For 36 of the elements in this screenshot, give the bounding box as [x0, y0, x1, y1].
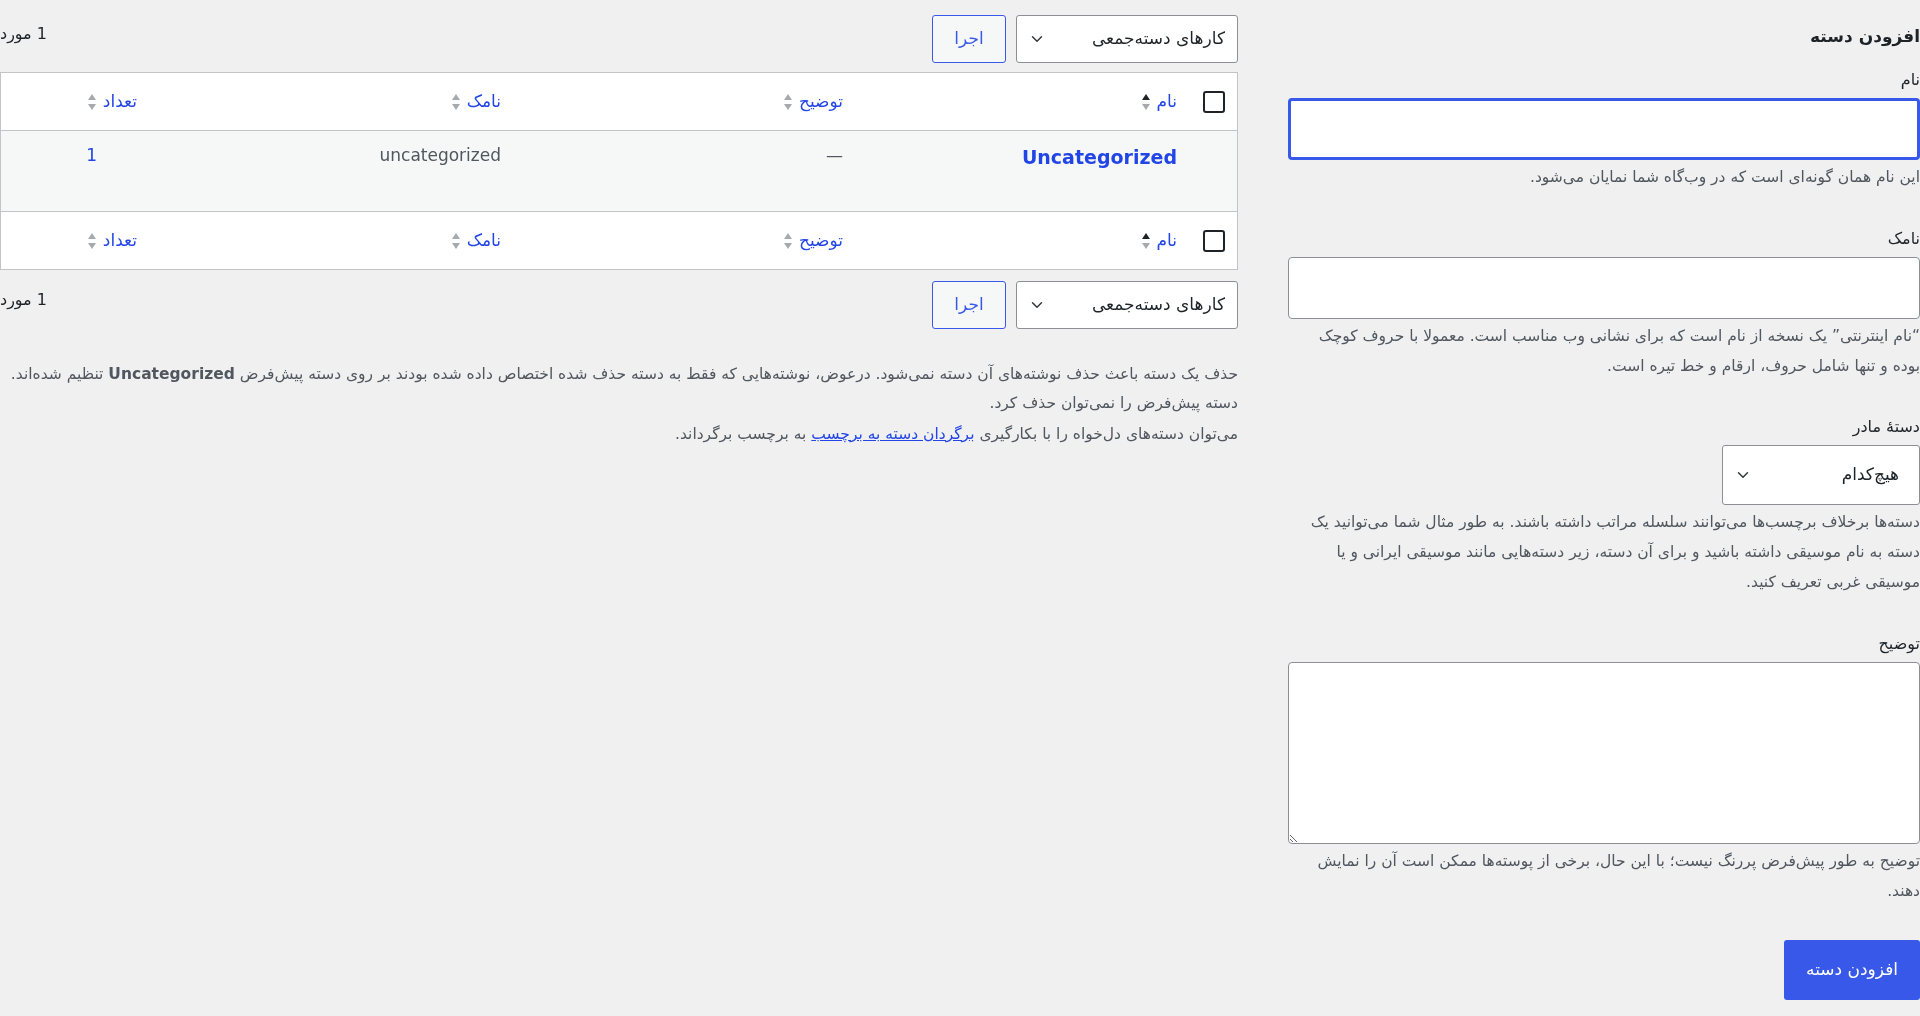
bulk-actions-select[interactable]: کارهای دسته‌جمعی [1016, 281, 1238, 329]
column-header-link[interactable]: تعداد [86, 88, 137, 115]
field-label: توضیح [1878, 632, 1920, 656]
add-category-button[interactable]: افزودن دسته [1784, 940, 1920, 1001]
apply-button[interactable]: اجرا [932, 15, 1006, 63]
field-label: نام [1900, 69, 1920, 92]
item-count: 1 مورد [0, 289, 47, 312]
help-text: دسته‌ها برخلاف برچسب‌ها می‌توانند سلسله مراتب داشته باشند. به طور مثال شما می‌توانید یک دسته به نام موسیقی داشته باشید و برای آن دسته، زیر دسته‌هایی مانند موسیقی ایرانی و یا موسیقی غربی تعریف کنید. [1309, 512, 1920, 594]
field-label: نامک [1887, 227, 1920, 250]
column-header-link[interactable]: نام [1140, 227, 1177, 254]
select-all-checkbox[interactable] [1203, 90, 1225, 113]
info-paragraph: می‌توان دسته‌های دل‌خواه را با بکارگیری برگردان دسته به برچسب به برچسب برگرداند. [674, 423, 1238, 445]
count-link[interactable]: 1 [86, 145, 97, 165]
select-all-checkbox[interactable] [1203, 229, 1225, 252]
form-heading: افزودن دسته [1809, 26, 1920, 47]
column-header-link[interactable]: توضیح [782, 227, 843, 254]
column-header-link[interactable]: توضیح [782, 88, 843, 115]
description-cell: — [826, 145, 843, 165]
help-text: این نام همان گونه‌ای است که در وب‌گاه شما نمایان می‌شود. [1528, 167, 1920, 189]
bulk-actions-select[interactable]: کارهای دسته‌جمعی [1016, 15, 1238, 63]
input-field[interactable] [1288, 256, 1920, 319]
parent-select[interactable]: هیچ‌کدام [1722, 445, 1920, 506]
convert-link[interactable]: برگردان دسته به برچسب [811, 424, 975, 443]
apply-button[interactable]: اجرا [932, 281, 1006, 329]
input-field[interactable] [1288, 98, 1920, 161]
slug-cell: uncategorized [379, 145, 501, 165]
column-header-link[interactable]: نامک [450, 88, 501, 115]
category-name-link[interactable]: Uncategorized [1021, 146, 1177, 168]
column-header-link[interactable]: نامک [450, 227, 501, 254]
description-field[interactable] [1288, 661, 1920, 844]
field-label: دستهٔ مادر [1852, 416, 1920, 439]
item-count: 1 مورد [0, 23, 47, 46]
help-text: توضیح به طور پیش‌فرض پررنگ نیست؛ با این حال، برخی از پوسته‌ها ممکن است آن را نمایش دهند. [1316, 850, 1920, 902]
column-header-link[interactable]: تعداد [86, 227, 137, 254]
column-header-link[interactable]: نام [1140, 88, 1177, 115]
help-text: “نام اینترنتی” یک نسخه از نام است که برای نشانی وب مناسب است. معمولا با حروف کوچک بوده و تنها شامل حروف، ارقام و خط تیره است. [1317, 325, 1920, 378]
